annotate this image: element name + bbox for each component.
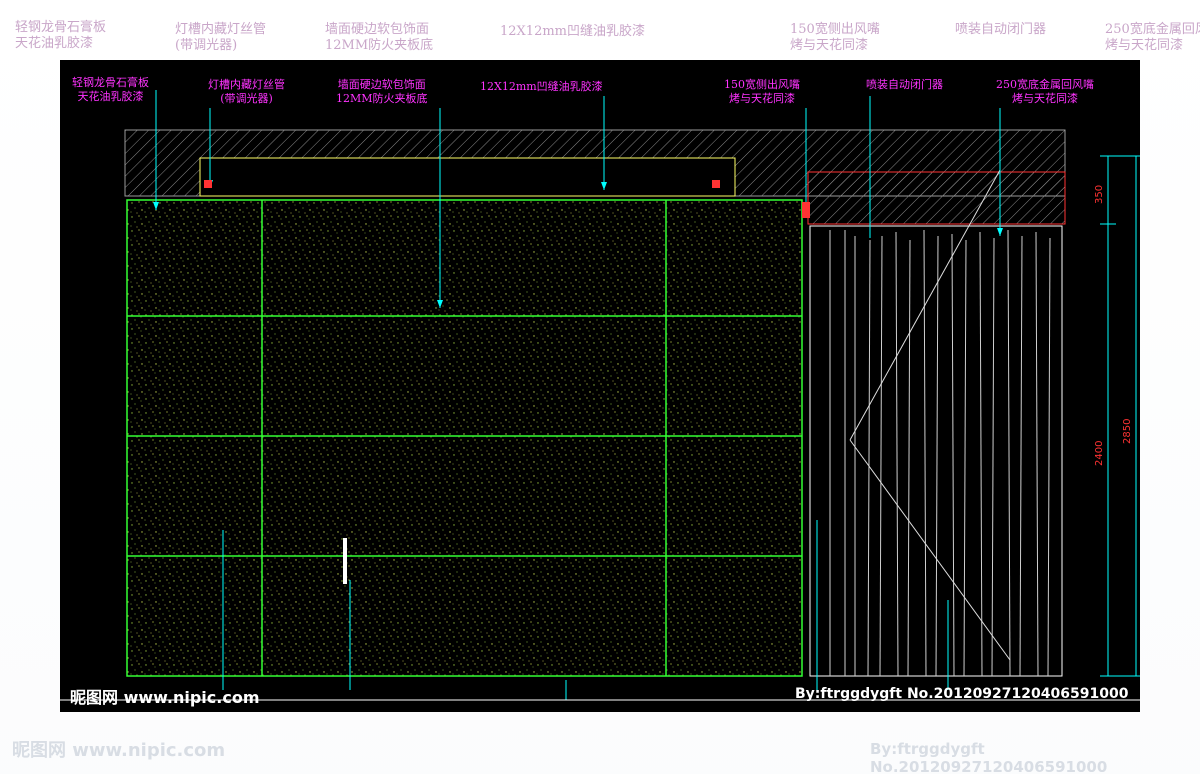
label-door-closer: 喷装自动闭门器 [866, 78, 943, 91]
ghost-label-7: 250宽底金属回风嘴 烤与天花同漆 [1105, 22, 1200, 53]
soffit-right [807, 171, 1066, 225]
watermark-right: By:ftrggdygft No.20120927120406591000 [795, 686, 1129, 702]
dimension-lines [1100, 155, 1140, 677]
ghost-label-2: 灯槽内藏灯丝管 (带调光器) [175, 22, 267, 53]
cursor-marker [343, 538, 347, 584]
label-groove: 12X12mm凹缝油乳胶漆 [480, 80, 603, 93]
label-soft-panel: 墙面硬边软包饰面 12MM防火夹板底 [336, 78, 428, 105]
dimension-2400: 2400 [1094, 440, 1105, 466]
dimension-350: 350 [1094, 184, 1105, 204]
watermark-left: 昵图网 www.nipic.com [70, 688, 260, 707]
light-trough [199, 157, 736, 197]
ghost-label-3: 墙面硬边软包饰面 12MM防火夹板底 [325, 22, 434, 53]
elevation-svg [60, 90, 1140, 701]
ghost-label-4: 12X12mm凹缝油乳胶漆 [500, 24, 645, 39]
ghost-watermark-left: 昵图网 www.nipic.com [12, 740, 226, 761]
ghost-label-6: 喷装自动闭门器 [955, 22, 1047, 37]
label-air-outlet: 150宽侧出风嘴 烤与天花同漆 [724, 78, 800, 105]
label-ceiling: 轻钢龙骨石膏板 天花油乳胶漆 [72, 76, 149, 103]
label-light-trough: 灯槽内藏灯丝管 (带调光器) [208, 78, 285, 105]
soft-panel-wall [126, 199, 803, 677]
ghost-watermark-right: By:ftrggdygft No.20120927120406591000 [870, 740, 1108, 776]
ghost-label-5: 150宽侧出风嘴 烤与天花同漆 [790, 22, 880, 53]
label-return-air: 250宽底金属回风嘴 烤与天花同漆 [996, 78, 1094, 105]
ghost-label-1: 轻钢龙骨石膏板 天花油乳胶漆 [15, 20, 107, 51]
cad-drawing: 轻钢龙骨石膏板 天花油乳胶漆 灯槽内藏灯丝管 (带调光器) 墙面硬边软包饰面 1… [60, 60, 1140, 712]
dimension-2850: 2850 [1122, 418, 1133, 444]
